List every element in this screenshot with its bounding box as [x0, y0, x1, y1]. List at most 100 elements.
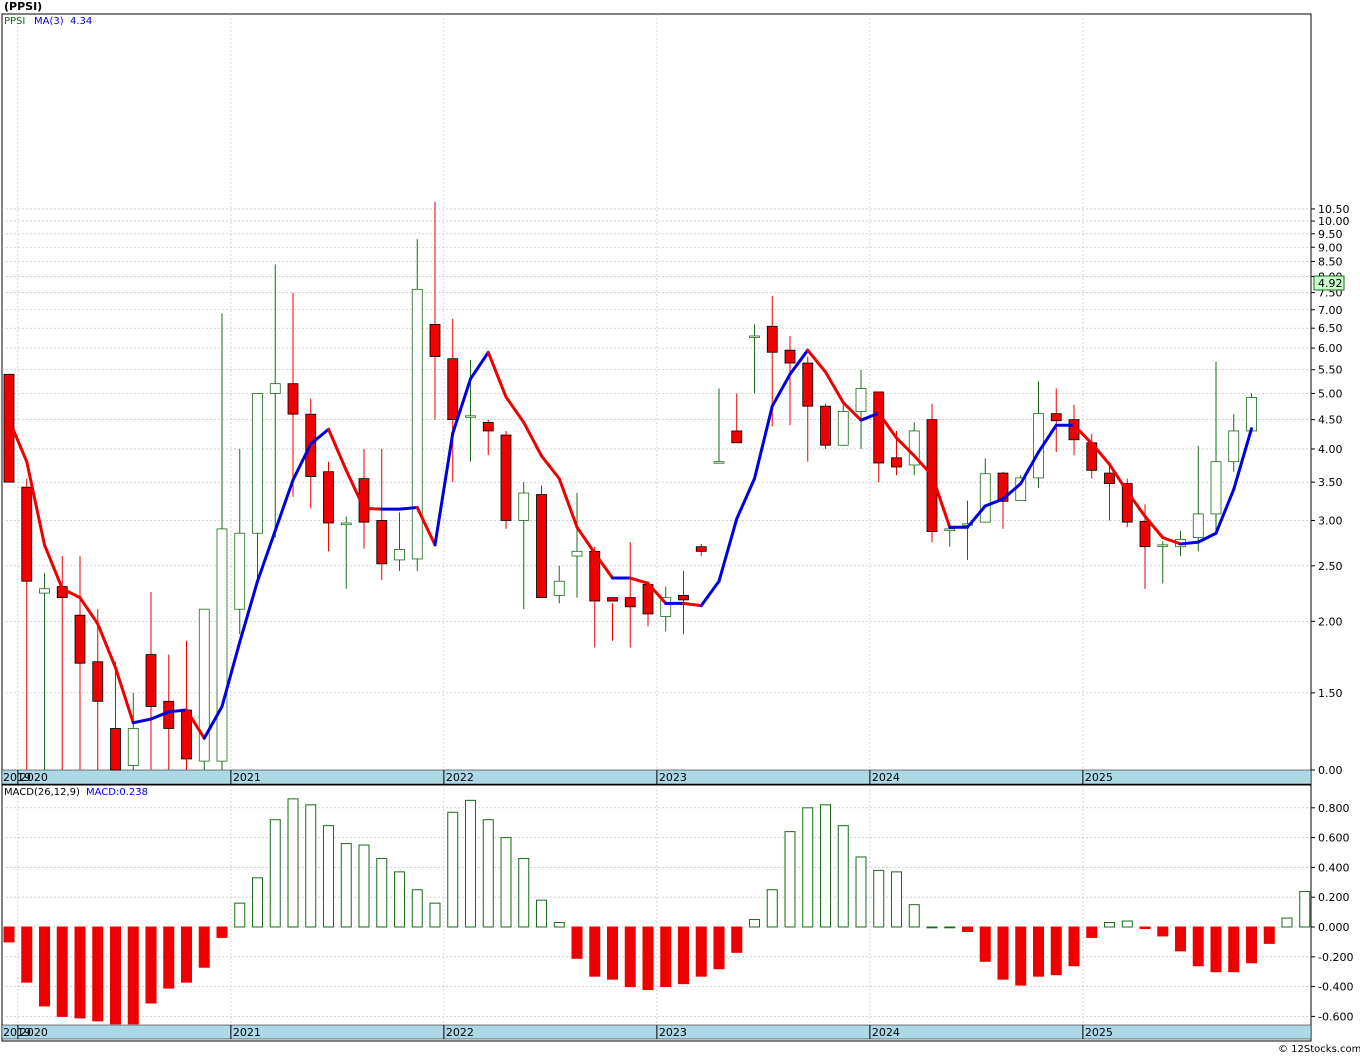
- macd-bar: [340, 843, 352, 928]
- macd-bar: [997, 926, 1009, 980]
- macd-bar: [1033, 926, 1044, 977]
- macd-bar: [855, 856, 867, 928]
- candle-body: [500, 434, 512, 521]
- candle-body: [1246, 397, 1257, 432]
- macd-tick-label: -0.200: [1318, 951, 1353, 964]
- macd-panel-frame: [1, 784, 1312, 1042]
- macd-bar: [3, 926, 15, 943]
- macd-bar: [358, 844, 370, 928]
- candle-body: [287, 383, 299, 415]
- macd-legend-label: MACD(26,12,9): [4, 787, 80, 798]
- macd-bar: [642, 926, 654, 991]
- price-macd-chart: 10.5010.009.509.008.508.007.507.006.506.…: [1, 0, 1360, 1055]
- macd-bar: [252, 877, 263, 928]
- price-tick-label: 6.00: [1318, 342, 1343, 355]
- candle-body: [855, 388, 867, 412]
- candle-body: [429, 323, 441, 357]
- credit-text: © 12Stocks.com: [1278, 1044, 1360, 1055]
- price-tick-label: 3.00: [1318, 514, 1343, 527]
- price-tick-label: 7.00: [1318, 304, 1343, 317]
- macd-bar: [1175, 926, 1186, 952]
- macd-bar: [323, 825, 334, 928]
- price-tick-label: 2.00: [1318, 615, 1343, 628]
- macd-bar: [962, 926, 973, 932]
- macd-bar: [198, 926, 210, 968]
- candle-body: [624, 597, 636, 608]
- macd-bar: [944, 926, 956, 929]
- price-tick-label: 9.50: [1318, 228, 1343, 241]
- macd-bar: [56, 926, 68, 1017]
- macd-tick-label: 0.400: [1318, 861, 1350, 874]
- macd-bar: [1086, 926, 1098, 938]
- legend-ma-value: 4.34: [70, 16, 92, 27]
- macd-bar: [21, 926, 33, 983]
- candle-body: [749, 335, 760, 338]
- last-price-value: 4.92: [1318, 277, 1343, 290]
- candle-body: [376, 520, 388, 565]
- price-tick-label: 3.50: [1318, 476, 1343, 489]
- candle-body: [74, 614, 86, 664]
- macd-year-label: 2022: [446, 1026, 474, 1039]
- macd-bar: [163, 926, 175, 989]
- candle-body: [1192, 513, 1204, 539]
- macd-bar: [181, 926, 192, 983]
- candle-body: [1050, 413, 1062, 422]
- macd-tick-label: 0.200: [1318, 891, 1350, 904]
- candle-body: [21, 486, 33, 582]
- macd-bar: [1263, 926, 1275, 944]
- macd-bar: [926, 926, 938, 929]
- price-year-label: 2020: [20, 771, 48, 784]
- macd-bar: [891, 871, 902, 928]
- macd-bar: [660, 926, 672, 988]
- macd-year-label: 2021: [233, 1026, 261, 1039]
- macd-bar: [553, 922, 565, 928]
- candle-body: [1228, 430, 1240, 463]
- candle-body: [447, 358, 459, 421]
- macd-year-label: 2020: [20, 1026, 48, 1039]
- candle-body: [216, 528, 228, 762]
- price-tick-label: 6.50: [1318, 322, 1343, 335]
- candle-body: [1210, 461, 1222, 515]
- candle-body: [766, 325, 778, 353]
- macd-bar: [145, 926, 157, 1004]
- macd-year-label: 2024: [872, 1026, 900, 1039]
- macd-bar: [802, 807, 814, 928]
- candle-body: [678, 594, 689, 601]
- macd-bar: [1246, 926, 1257, 964]
- macd-bar: [127, 926, 139, 1025]
- candle-body: [891, 457, 902, 468]
- price-tick-label: 10.50: [1318, 203, 1350, 216]
- macd-bar: [1015, 926, 1027, 986]
- candle-body: [110, 728, 121, 771]
- candle-body: [163, 700, 175, 729]
- macd-year-label: 2025: [1085, 1026, 1113, 1039]
- macd-bar: [500, 837, 512, 928]
- candle-body: [127, 728, 139, 766]
- macd-bar: [92, 926, 104, 1022]
- macd-bar: [216, 926, 228, 938]
- macd-bar: [784, 831, 796, 928]
- price-year-label: 2024: [872, 771, 900, 784]
- legend-ma-label: MA(3): [34, 16, 64, 27]
- candle-body: [607, 597, 618, 602]
- macd-year-label: 2023: [659, 1026, 687, 1039]
- candle-body: [394, 549, 405, 561]
- price-tick-label: 0.00: [1318, 764, 1343, 777]
- chart-title: (PPSI): [4, 0, 42, 13]
- candle-body: [837, 411, 849, 446]
- macd-bar: [110, 926, 121, 1025]
- candle-body: [269, 383, 281, 394]
- ma3-segment: [398, 506, 419, 511]
- chart-stage: 10.5010.009.509.008.508.007.507.006.506.…: [0, 0, 1360, 1056]
- macd-bar: [1299, 891, 1311, 928]
- macd-bar: [411, 889, 423, 928]
- candle-body: [1104, 472, 1115, 484]
- macd-bar: [234, 902, 246, 928]
- price-panel-frame: [1, 13, 1312, 785]
- candle-body: [1139, 520, 1151, 548]
- macd-bar: [287, 798, 299, 928]
- macd-bar: [536, 899, 547, 928]
- candle-body: [713, 461, 725, 464]
- price-tick-label: 9.00: [1318, 241, 1343, 254]
- macd-y-axis: 0.800 0.600 0.400 0.200 0.000 -0.200 -0.400 -0.…: [1311, 802, 1353, 1023]
